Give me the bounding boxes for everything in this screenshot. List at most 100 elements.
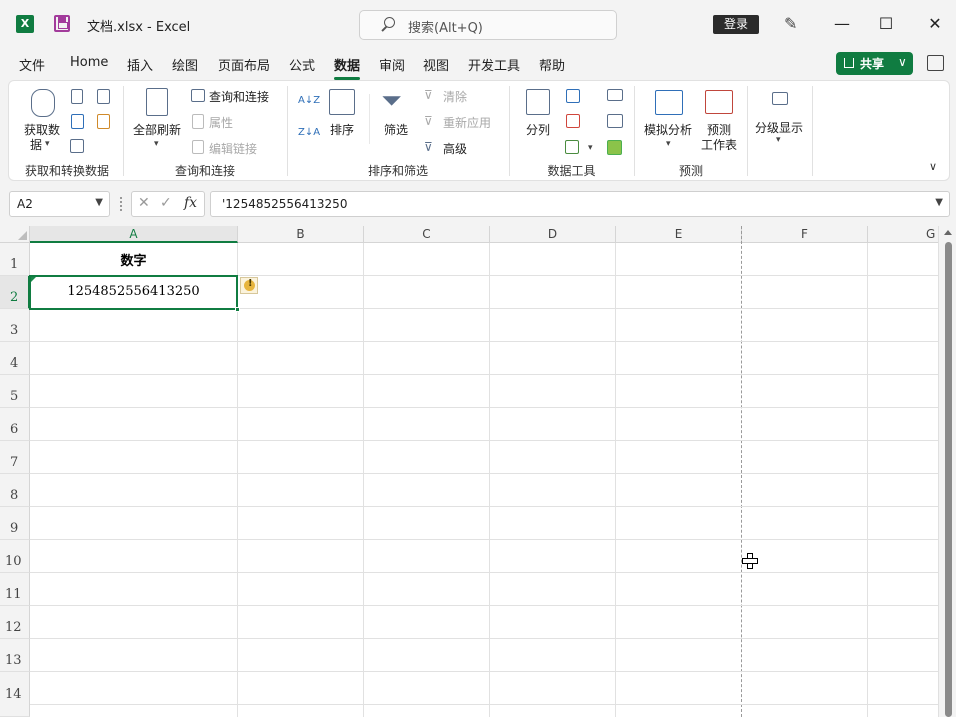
formula-buttons: ✕ ✓ fx	[131, 191, 205, 217]
remove-duplicates-icon[interactable]	[566, 114, 580, 128]
text-to-columns-button[interactable]: 分列	[526, 121, 550, 138]
queries-connections-button[interactable]: 查询和连接	[209, 88, 269, 105]
row-number: 4	[10, 356, 19, 371]
row-header-1[interactable]: 1	[0, 243, 30, 276]
relationships-icon[interactable]	[607, 114, 623, 128]
clear-button[interactable]: 清除	[443, 88, 467, 105]
tab-insert[interactable]: 插入	[127, 55, 153, 74]
row-header-9[interactable]: 9	[0, 507, 30, 540]
data-validation-icon[interactable]	[565, 140, 579, 154]
what-if-analysis-button[interactable]: 模拟分析	[644, 121, 692, 138]
what-if-analysis-icon	[655, 90, 683, 115]
row-header-3[interactable]: 3	[0, 309, 30, 342]
data-model-icon[interactable]	[607, 140, 622, 155]
formula-input[interactable]: '1254852556413250 ▼	[210, 191, 950, 217]
row-header-13[interactable]: 13	[0, 639, 30, 672]
name-box-value: A2	[17, 197, 33, 211]
maximize-button[interactable]: ☐	[878, 14, 894, 34]
expand-formula-icon[interactable]: ▼	[935, 197, 943, 208]
from-text-icon[interactable]	[71, 89, 83, 104]
reapply-button[interactable]: 重新应用	[443, 114, 491, 131]
search-box[interactable]: 搜索(Alt+Q)	[359, 10, 617, 40]
column-header-b[interactable]: B	[238, 226, 364, 243]
comments-icon[interactable]	[927, 55, 944, 71]
tab-draw[interactable]: 绘图	[172, 55, 198, 74]
save-icon[interactable]	[54, 15, 70, 32]
login-button[interactable]: 登录	[713, 15, 759, 34]
warning-icon[interactable]	[240, 277, 258, 294]
row-header-6[interactable]: 6	[0, 408, 30, 441]
cell-a1[interactable]: 数字	[30, 250, 237, 269]
chevron-down-icon[interactable]: ▼	[95, 197, 103, 208]
outline-button[interactable]: 分级显示	[755, 119, 803, 136]
spreadsheet-grid[interactable]: A B C D E F G 1 2 3 4 5 6 7 8 9 10 11 12…	[0, 226, 956, 717]
gridline	[30, 638, 938, 639]
tab-developer[interactable]: 开发工具	[468, 55, 520, 74]
fill-handle[interactable]	[235, 307, 240, 312]
column-header-c[interactable]: C	[364, 226, 490, 243]
row-header-5[interactable]: 5	[0, 375, 30, 408]
tab-formulas[interactable]: 公式	[289, 55, 315, 74]
select-all-button[interactable]	[0, 226, 30, 243]
sort-button[interactable]: 排序	[330, 121, 354, 138]
row-header-10[interactable]: 10	[0, 540, 30, 573]
column-header-e[interactable]: E	[616, 226, 742, 243]
sort-descending-button[interactable]: Z↓A	[298, 127, 320, 138]
edit-links-icon	[192, 140, 204, 154]
column-header-d[interactable]: D	[490, 226, 616, 243]
row-number: 11	[5, 587, 22, 602]
drag-handle[interactable]	[120, 197, 122, 211]
row-number: 9	[10, 521, 19, 536]
outline-icon	[772, 92, 788, 105]
row-header-14[interactable]: 14	[0, 672, 30, 717]
group-get-data-label: 获取和转换数据	[24, 164, 109, 178]
cancel-icon[interactable]: ✕	[138, 195, 150, 211]
tab-review[interactable]: 审阅	[379, 55, 405, 74]
advanced-button[interactable]: 高级	[443, 140, 467, 157]
existing-connections-icon[interactable]	[97, 114, 110, 129]
tab-data[interactable]: 数据	[334, 55, 361, 80]
close-button[interactable]: ✕	[927, 14, 943, 34]
filter-button[interactable]: 筛选	[384, 121, 408, 138]
properties-button[interactable]: 属性	[209, 114, 233, 131]
pen-icon[interactable]: ✎	[784, 14, 800, 33]
text-to-columns-icon	[526, 89, 550, 115]
row-number: 14	[5, 687, 22, 702]
tab-view[interactable]: 视图	[423, 55, 449, 74]
row-header-7[interactable]: 7	[0, 441, 30, 474]
vertical-scrollbar[interactable]	[938, 226, 956, 717]
formula-value: '1254852556413250	[222, 197, 348, 211]
error-indicator	[31, 277, 36, 282]
column-header-f[interactable]: F	[742, 226, 868, 243]
scroll-up-icon[interactable]	[944, 230, 952, 235]
row-header-8[interactable]: 8	[0, 474, 30, 507]
search-icon	[384, 17, 395, 28]
get-data-label-2[interactable]: 据	[30, 136, 42, 153]
consolidate-icon[interactable]	[607, 89, 623, 101]
share-button[interactable]: 共享 ∨	[836, 52, 913, 75]
flash-fill-icon[interactable]	[566, 89, 580, 103]
row-header-11[interactable]: 11	[0, 573, 30, 606]
scrollbar-thumb[interactable]	[945, 242, 952, 717]
name-box[interactable]: A2 ▼	[9, 191, 110, 217]
tab-page-layout[interactable]: 页面布局	[218, 55, 270, 74]
refresh-all-label[interactable]: 全部刷新	[133, 121, 181, 138]
row-header-2[interactable]: 2	[0, 276, 30, 309]
tab-home[interactable]: Home	[70, 55, 108, 70]
edit-links-button[interactable]: 编辑链接	[209, 140, 257, 157]
forecast-sheet-label-2[interactable]: 工作表	[701, 136, 737, 153]
column-header-a[interactable]: A	[30, 226, 238, 243]
from-web-icon[interactable]	[71, 114, 84, 129]
recent-sources-icon[interactable]	[97, 89, 110, 104]
minimize-button[interactable]: —	[834, 14, 850, 34]
insert-function-icon[interactable]: fx	[184, 195, 197, 211]
tab-file[interactable]: 文件	[19, 55, 45, 74]
enter-icon[interactable]: ✓	[160, 195, 172, 211]
row-header-4[interactable]: 4	[0, 342, 30, 375]
sort-ascending-button[interactable]: A↓Z	[298, 95, 320, 106]
row-number: 5	[10, 389, 19, 404]
from-table-icon[interactable]	[70, 139, 84, 153]
collapse-ribbon-button[interactable]: ∨	[929, 160, 937, 173]
row-header-12[interactable]: 12	[0, 606, 30, 639]
tab-help[interactable]: 帮助	[539, 55, 565, 74]
